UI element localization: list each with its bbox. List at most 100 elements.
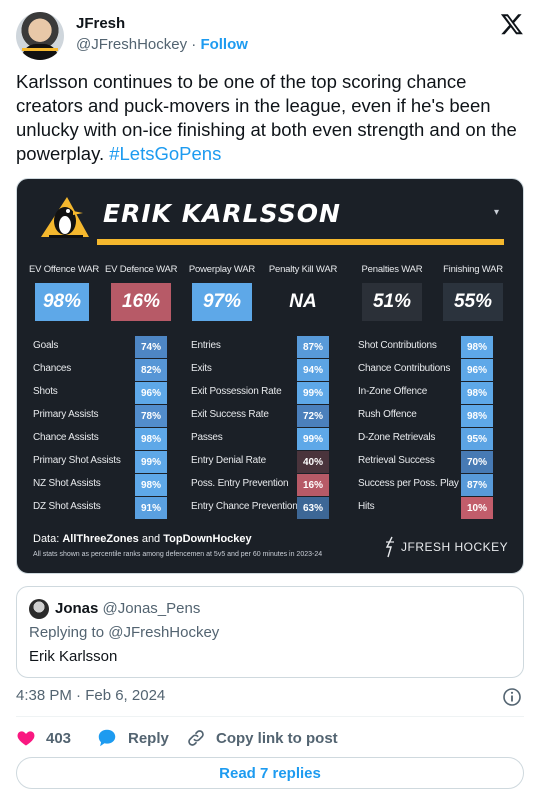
avatar-stripe — [22, 48, 58, 51]
action-bar: 403 Reply Copy link to post — [16, 726, 524, 750]
stat-label: Entries — [191, 340, 221, 351]
stat-value: 82% — [135, 359, 167, 381]
chevron-down-icon: ▾ — [494, 207, 500, 218]
stat-label: Rush Offence — [358, 409, 417, 420]
stat-row: Retrieval Success 70% — [358, 451, 508, 473]
war-value: 98% — [35, 283, 89, 321]
stat-value: 10% — [461, 497, 493, 519]
stat-value: 99% — [135, 451, 167, 473]
quote-text: Erik Karlsson — [29, 648, 118, 665]
stat-value: 98% — [135, 428, 167, 450]
avatar-jersey — [22, 44, 58, 60]
like-count: 403 — [46, 729, 72, 747]
stat-row: Success per Poss. Play 87% — [358, 474, 508, 496]
stat-value: 98% — [461, 405, 493, 427]
author-handle-row: @JFreshHockey · Follow — [76, 36, 248, 53]
war-value: 97% — [192, 283, 252, 321]
tweet-header: JFresh @JFreshHockey · Follow — [16, 12, 524, 62]
stat-row: In-Zone Offence 98% — [358, 382, 508, 404]
stat-row: Primary Shot Assists 99% — [33, 451, 183, 473]
brand: JFRESH HOCKEY — [383, 536, 513, 558]
stat-label: Poss. Entry Prevention — [191, 478, 289, 489]
stat-value: 87% — [461, 474, 493, 496]
stat-value: 70% — [461, 451, 493, 473]
stat-label: Primary Assists — [33, 409, 99, 420]
follow-button[interactable]: Follow — [200, 36, 248, 53]
stat-label: Chances — [33, 363, 72, 374]
penguins-logo-icon — [41, 197, 89, 238]
heart-icon — [17, 731, 35, 746]
stat-label: Exit Possession Rate — [191, 386, 282, 397]
stat-row: Primary Assists 78% — [33, 405, 183, 427]
link-icon — [188, 730, 204, 746]
stat-label: Entry Denial Rate — [191, 455, 266, 466]
war-label: Finishing WAR — [443, 264, 503, 275]
brand-mark-icon — [385, 536, 394, 558]
data-source-a: AllThreeZones — [62, 533, 139, 545]
stat-value: 91% — [135, 497, 167, 519]
hashtag-link[interactable]: #LetsGoPens — [109, 143, 221, 164]
quote-author-name: Jonas — [55, 600, 99, 617]
stat-row: Shot Contributions 98% — [358, 336, 508, 358]
author-name[interactable]: JFresh — [76, 15, 125, 32]
data-and: and — [138, 533, 164, 545]
war-item: Finishing WAR 55% — [437, 264, 509, 321]
tweet-text: Karlsson continues to be one of the top … — [16, 70, 526, 166]
stat-row: Entries 87% — [191, 336, 341, 358]
war-item: Penalties WAR 51% — [356, 264, 428, 321]
stat-row: NZ Shot Assists 98% — [33, 474, 183, 496]
stat-row: Entry Denial Rate 40% — [191, 451, 341, 473]
player-card-image[interactable]: ERIK KARLSSON ▾ EV Offence WAR 98% EV Defe… — [16, 178, 524, 574]
reply-label: Reply — [128, 729, 169, 747]
war-label: EV Offence WAR — [29, 264, 100, 275]
stat-value: 78% — [135, 405, 167, 427]
stat-label: Hits — [358, 501, 375, 512]
stat-label: Success per Poss. Play — [358, 478, 459, 489]
war-label: Penalties WAR — [361, 264, 423, 275]
stat-label: Chance Contributions — [358, 363, 451, 374]
stat-label: Retrieval Success — [358, 455, 435, 466]
stat-row: Goals 74% — [33, 336, 183, 358]
info-icon[interactable] — [502, 687, 522, 707]
stat-value: 96% — [135, 382, 167, 404]
read-replies-button[interactable]: Read 7 replies — [16, 757, 524, 789]
stat-value: 95% — [461, 428, 493, 450]
stat-label: Passes — [191, 432, 223, 443]
war-label: EV Defence WAR — [105, 264, 178, 275]
war-label: Powerplay WAR — [188, 264, 256, 275]
stat-row: Exits 94% — [191, 359, 341, 381]
stat-value: 94% — [297, 359, 329, 381]
war-label: Penalty Kill WAR — [268, 264, 338, 275]
author-avatar[interactable] — [16, 12, 64, 60]
war-value: NA — [273, 283, 333, 321]
stat-row: Exit Success Rate 72% — [191, 405, 341, 427]
stat-value: 87% — [297, 336, 329, 358]
stat-label: DZ Shot Assists — [33, 501, 101, 512]
stat-row: Chance Contributions 96% — [358, 359, 508, 381]
stat-value: 40% — [297, 451, 329, 473]
stat-label: In-Zone Offence — [358, 386, 428, 397]
stat-label: Chance Assists — [33, 432, 99, 443]
stat-label: D-Zone Retrievals — [358, 432, 436, 443]
stat-row: Hits 10% — [358, 497, 508, 519]
war-value: 51% — [362, 283, 422, 321]
stat-row: Rush Offence 98% — [358, 405, 508, 427]
war-item: EV Defence WAR 16% — [105, 264, 178, 321]
quote-author-handle: @Jonas_Pens — [102, 600, 201, 617]
copy-link-button[interactable]: Copy link to post — [186, 726, 338, 750]
author-handle[interactable]: @JFreshHockey — [76, 36, 187, 53]
stat-row: Entry Chance Prevention 63% — [191, 497, 341, 519]
stat-value: 74% — [135, 336, 167, 358]
x-logo-icon[interactable] — [500, 12, 524, 36]
player-name: ERIK KARLSSON — [103, 199, 341, 228]
like-button[interactable]: 403 — [16, 726, 71, 750]
stat-value: 72% — [297, 405, 329, 427]
stat-row: Chances 82% — [33, 359, 183, 381]
war-value: 16% — [111, 283, 171, 321]
reply-button[interactable]: Reply — [96, 726, 169, 750]
quoted-tweet[interactable]: Jonas @Jonas_Pens Replying to @JFreshHoc… — [16, 586, 524, 678]
war-item: Powerplay WAR 97% — [186, 264, 258, 321]
timestamp[interactable]: 4:38 PM · Feb 6, 2024 — [16, 687, 165, 704]
stat-row: Exit Possession Rate 99% — [191, 382, 341, 404]
data-prefix: Data: — [33, 533, 63, 545]
